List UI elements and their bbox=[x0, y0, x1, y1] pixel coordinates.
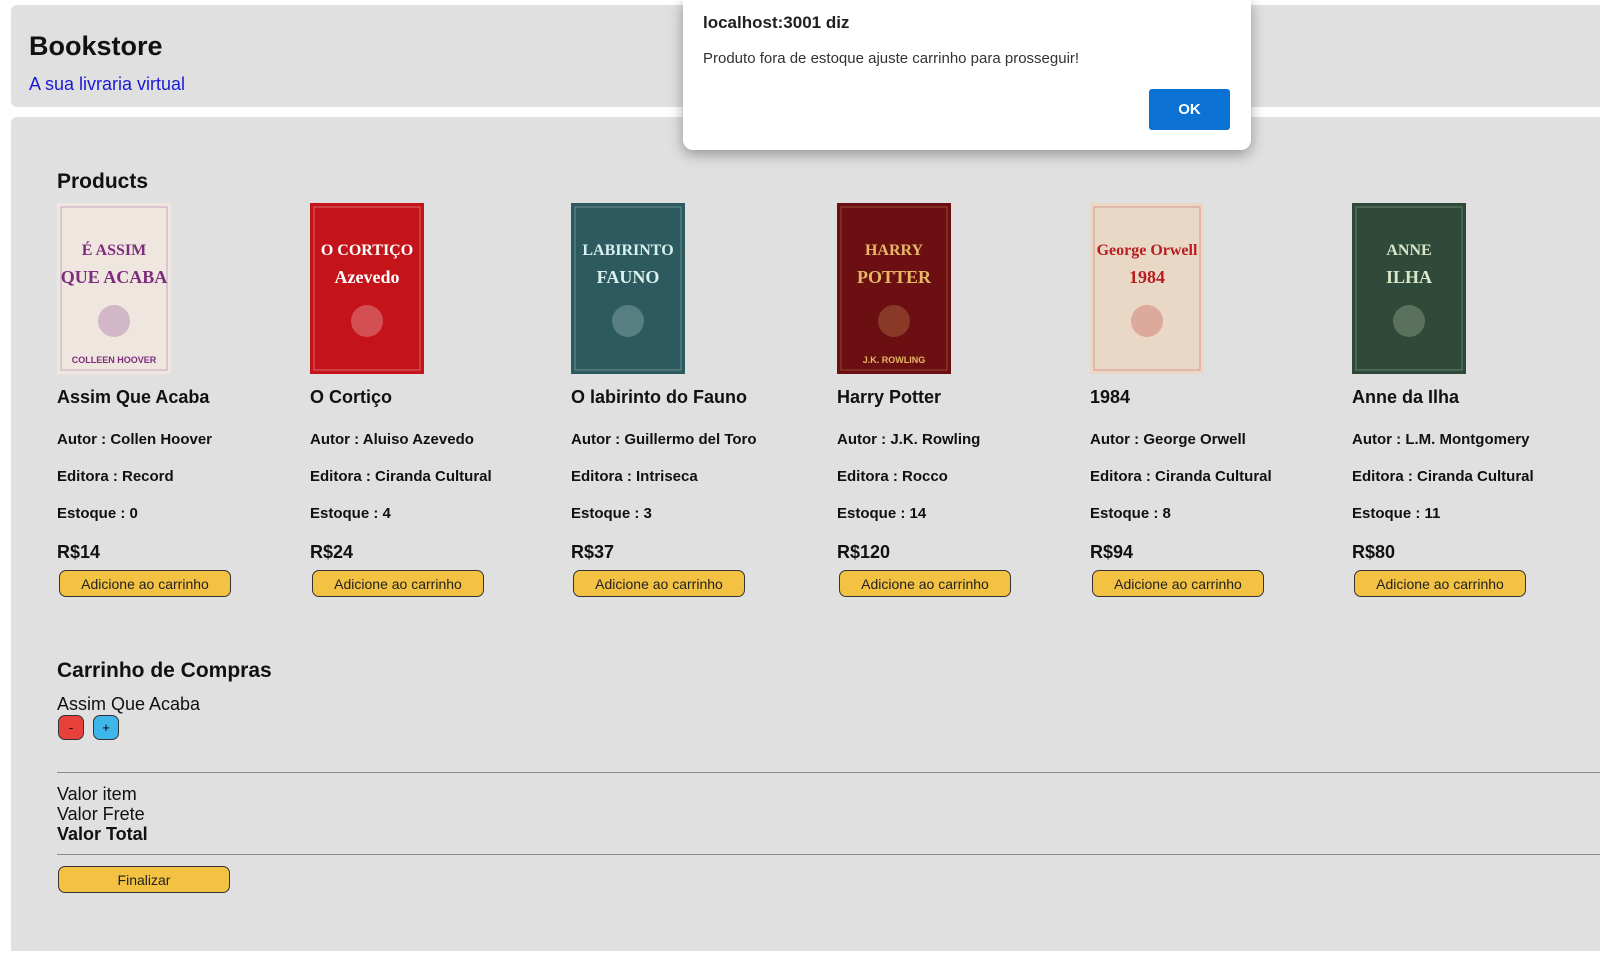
product-price: R$94 bbox=[1090, 542, 1134, 562]
cover-footer: J.K. ROWLING bbox=[863, 355, 926, 365]
product-title: O Cortiço bbox=[310, 387, 393, 407]
product-title: Harry Potter bbox=[837, 387, 942, 407]
book-cover-image: George Orwell 1984 bbox=[1090, 203, 1204, 374]
decrease-quantity-button[interactable]: - bbox=[58, 715, 84, 740]
product-publisher: Editora : Rocco bbox=[837, 468, 948, 485]
cover-line-2: Azevedo bbox=[335, 267, 400, 287]
add-to-cart-button[interactable]: Adicione ao carrinho bbox=[573, 570, 745, 597]
product-author: Autor : L.M. Montgomery bbox=[1352, 431, 1530, 448]
product-author: Autor : Collen Hoover bbox=[57, 431, 213, 448]
product-stock: Estoque : 11 bbox=[1352, 505, 1441, 522]
product-card: ANNE ILHA Anne da Ilha Autor : L.M. Montgom… bbox=[1352, 203, 1602, 597]
product-publisher: Editora : Intriseca bbox=[571, 468, 698, 485]
product-stock: Estoque : 0 bbox=[57, 505, 138, 522]
alert-dialog: localhost:3001 diz Produto fora de estoq… bbox=[683, 0, 1251, 150]
cover-line-2: QUE ACABA bbox=[61, 267, 168, 287]
product-stock: Estoque : 14 bbox=[837, 505, 927, 522]
dialog-ok-button[interactable]: OK bbox=[1149, 89, 1230, 130]
product-card: LABIRINTO FAUNO O labirinto do Fauno Autor … bbox=[571, 203, 821, 597]
book-cover-image: É ASSIM QUE ACABA COLLEEN HOOVER bbox=[57, 203, 171, 374]
book-cover-image: HARRY POTTER J.K. ROWLING bbox=[837, 203, 951, 374]
cover-line-2: POTTER bbox=[857, 267, 932, 287]
add-to-cart-button[interactable]: Adicione ao carrinho bbox=[59, 570, 231, 597]
product-title: O labirinto do Fauno bbox=[571, 387, 747, 407]
products-heading: Products bbox=[57, 170, 149, 193]
site-title: Bookstore bbox=[29, 31, 163, 61]
product-card: George Orwell 1984 1984 Autor : George Orwe… bbox=[1090, 203, 1340, 597]
product-price: R$120 bbox=[837, 542, 891, 562]
finalize-button[interactable]: Finalizar bbox=[58, 866, 230, 893]
dialog-title: localhost:3001 diz bbox=[703, 13, 850, 32]
main-panel: Products É ASSIM QUE ACABA COLLEEN HOOVER A… bbox=[11, 117, 1600, 951]
add-to-cart-button[interactable]: Adicione ao carrinho bbox=[312, 570, 484, 597]
product-price: R$24 bbox=[310, 542, 354, 562]
add-to-cart-button[interactable]: Adicione ao carrinho bbox=[1092, 570, 1264, 597]
cart-item-title: Assim Que Acaba bbox=[57, 694, 201, 714]
product-price: R$14 bbox=[57, 542, 101, 562]
product-publisher: Editora : Ciranda Cultural bbox=[1352, 468, 1534, 485]
divider bbox=[57, 854, 1600, 855]
cart-heading: Carrinho de Compras bbox=[57, 659, 272, 682]
product-title: Anne da Ilha bbox=[1352, 387, 1460, 407]
add-to-cart-button[interactable]: Adicione ao carrinho bbox=[839, 570, 1011, 597]
increase-quantity-button[interactable]: + bbox=[93, 715, 119, 740]
cover-line-1: George Orwell bbox=[1097, 242, 1198, 259]
product-author: Autor : J.K. Rowling bbox=[837, 431, 981, 448]
product-author: Autor : George Orwell bbox=[1090, 431, 1246, 448]
site-subtitle-link[interactable]: A sua livraria virtual bbox=[29, 74, 185, 95]
product-publisher: Editora : Record bbox=[57, 468, 174, 485]
product-publisher: Editora : Ciranda Cultural bbox=[310, 468, 492, 485]
product-title: 1984 bbox=[1090, 387, 1131, 407]
cover-line-1: O CORTIÇO bbox=[321, 242, 413, 259]
product-price: R$80 bbox=[1352, 542, 1396, 562]
book-cover-image: ANNE ILHA bbox=[1352, 203, 1466, 374]
cover-line-2: ILHA bbox=[1386, 267, 1432, 287]
product-title: Assim Que Acaba bbox=[57, 387, 210, 407]
divider bbox=[57, 772, 1600, 773]
product-price: R$37 bbox=[571, 542, 615, 562]
product-stock: Estoque : 4 bbox=[310, 505, 391, 522]
total-value-label: Valor Total bbox=[57, 824, 148, 844]
product-author: Autor : Aluiso Azevedo bbox=[310, 431, 474, 448]
book-cover-image: LABIRINTO FAUNO bbox=[571, 203, 685, 374]
shipping-value-label: Valor Frete bbox=[57, 804, 145, 824]
product-stock: Estoque : 3 bbox=[571, 505, 652, 522]
cover-line-1: LABIRINTO bbox=[582, 242, 673, 259]
add-to-cart-button[interactable]: Adicione ao carrinho bbox=[1354, 570, 1526, 597]
book-cover-image: O CORTIÇO Azevedo bbox=[310, 203, 424, 374]
cover-line-2: 1984 bbox=[1129, 267, 1165, 287]
product-card: O CORTIÇO Azevedo O Cortiço Autor : Aluiso … bbox=[310, 203, 560, 597]
cover-line-1: É ASSIM bbox=[82, 240, 146, 259]
product-stock: Estoque : 8 bbox=[1090, 505, 1171, 522]
product-author: Autor : Guillermo del Toro bbox=[571, 431, 757, 448]
product-card: É ASSIM QUE ACABA COLLEEN HOOVER Assim Que … bbox=[57, 203, 307, 597]
cover-footer: COLLEEN HOOVER bbox=[72, 355, 157, 365]
product-card: HARRY POTTER J.K. ROWLING Harry Potter Autor… bbox=[837, 203, 1087, 597]
cover-line-2: FAUNO bbox=[597, 267, 660, 287]
item-value-label: Valor item bbox=[57, 784, 137, 804]
cover-line-1: HARRY bbox=[865, 242, 924, 259]
dialog-message: Produto fora de estoque ajuste carrinho … bbox=[703, 50, 1080, 67]
cover-line-1: ANNE bbox=[1386, 242, 1431, 259]
product-publisher: Editora : Ciranda Cultural bbox=[1090, 468, 1272, 485]
